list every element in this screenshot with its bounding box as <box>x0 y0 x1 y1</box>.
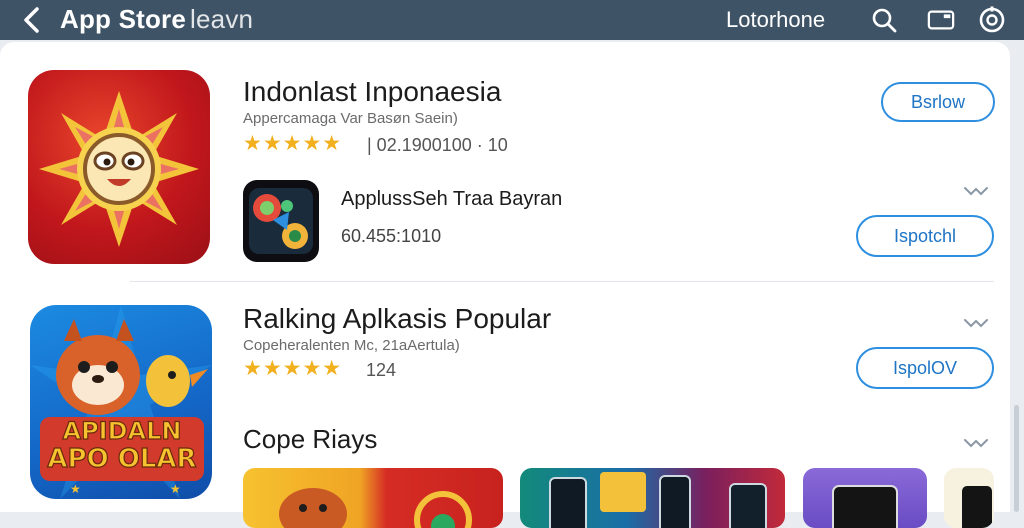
app1-subtitle: Appercamaga Var Basøn Saein) <box>243 110 458 127</box>
app1-action-button[interactable]: Bsrlow <box>881 82 995 122</box>
sub-app-meta: 60.455:1010 <box>341 226 442 246</box>
sub-app-action-button[interactable]: Ispotchl <box>856 215 994 257</box>
app-title-suffix: leavn <box>190 4 254 34</box>
app-title: App Store leavn <box>60 4 253 34</box>
section-title: Cope Riays <box>243 424 378 454</box>
svg-text:★: ★ <box>170 482 181 496</box>
sub-app-name[interactable]: ApplussSeh Traa Bayran <box>341 188 562 211</box>
scrollbar[interactable] <box>1014 405 1019 512</box>
top-bar: App Store leavn Lotorhone <box>0 0 1024 40</box>
section-card-1[interactable] <box>243 468 503 528</box>
app1-icon[interactable] <box>28 70 210 264</box>
app1-rating-stars: ★★★★★ <box>243 132 343 155</box>
section-card-3[interactable] <box>803 468 927 528</box>
app2-meta: 124 <box>366 360 397 380</box>
tablet-icon[interactable] <box>927 6 955 34</box>
app2-rating-stars: ★★★★★ <box>243 357 343 380</box>
app2-name[interactable]: Ralking Aplkasis Popular <box>243 303 551 335</box>
divider <box>130 281 994 282</box>
back-arrow-icon[interactable] <box>18 6 46 34</box>
app-title-text: App Store <box>60 4 187 34</box>
svg-text:★: ★ <box>70 482 81 496</box>
settings-icon[interactable] <box>978 6 1006 34</box>
chevron-down-icon[interactable] <box>963 184 989 196</box>
app2-icon-text-1: APIDALN <box>63 417 182 445</box>
search-icon[interactable] <box>870 6 898 34</box>
app1-meta: | 02.1900100 · 10 <box>367 135 508 155</box>
app2-icon[interactable]: APIDALN APO OLAR ★ ★ <box>30 305 212 499</box>
app1-name[interactable]: Indonlast Inponaesia <box>243 76 501 108</box>
app2-action-button[interactable]: IspolOV <box>856 347 994 389</box>
app2-icon-text-2: APO OLAR <box>47 444 196 474</box>
section-card-2[interactable] <box>520 468 785 528</box>
app2-subtitle: Copeheralenten Mc, 21aAertula) <box>243 337 460 354</box>
chevron-down-icon[interactable] <box>963 316 989 328</box>
sub-app-icon[interactable] <box>243 180 319 262</box>
section-card-4[interactable] <box>944 468 994 528</box>
chevron-down-icon[interactable] <box>963 436 989 448</box>
location-label[interactable]: Lotorhone <box>726 7 825 33</box>
